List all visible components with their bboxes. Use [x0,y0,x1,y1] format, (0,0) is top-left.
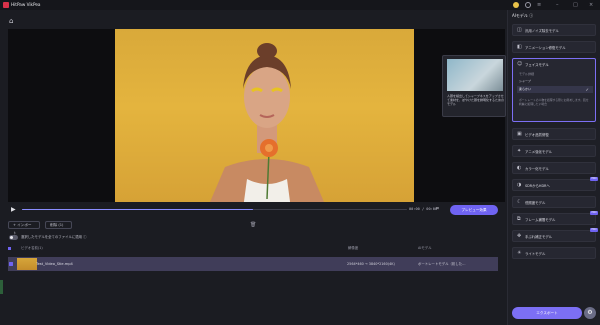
option-soft-label: 柔らかい [519,87,532,91]
header-resolution: 解像度 [348,246,359,250]
model-label: カラー化モデル [525,167,549,171]
header-ai-model: AIモデル [418,246,432,250]
help-icon[interactable] [525,2,531,8]
video-thumbnail [17,258,37,270]
model-card-frame-interp[interactable]: ⧉ フレーム補間モデル PRO [512,211,598,225]
popover-sample-image [447,59,503,91]
home-icon[interactable]: ⌂ [9,17,17,25]
model-card-light[interactable]: ☀ ライトモデル [512,247,596,259]
row-file-name: Test_Video_Stie.mp4 [36,262,73,266]
pro-badge: PRO [590,228,598,232]
select-all-checkbox[interactable] [8,247,11,250]
denoise-icon: ◫ [517,27,522,33]
trash-icon[interactable]: 🗑 [250,222,256,228]
pro-badge: PRO [590,177,598,181]
model-label: ビデオ品質修復 [525,133,549,137]
file-table-header: ビデオ名前(1) 解像度 AIモデル [8,245,498,252]
timeline-progress [22,209,253,211]
anime-icon: ✦ [517,148,522,154]
model-label: フレーム補間モデル [525,218,556,222]
list-toolbar: + インポート 削除 (1) 🗑 [0,219,505,235]
app-title: HitPaw VikPea [11,2,41,7]
video-preview [8,29,505,202]
import-button[interactable]: + インポート [8,221,40,235]
model-preview-popover: 人顔を検出してシャープネスをアップさせて素材を、ぼやけた顔を鮮明化するためのモデ… [442,55,506,117]
model-card-stabilize[interactable]: ✥ 手ぶれ補正モデル PRO [512,228,598,242]
stabilize-icon: ✥ [517,233,522,239]
model-card-animation[interactable]: ◧ アニメーション修復モデル [512,41,596,53]
export-button[interactable]: エクスポート [512,307,582,319]
low-light-icon: ☾ [517,199,522,205]
model-label: フェイスモデル [525,63,549,67]
video-frame [115,29,414,202]
model-label: 汎用ノイズ除去モデル [525,29,559,33]
light-icon: ☀ [517,250,522,256]
model-card-low-light[interactable]: ☾ 低照度モデル [512,196,596,208]
model-label: ライトモデル [525,252,546,256]
face-icon: ☺ [517,61,523,67]
model-label: アニメ強化モデル [525,150,553,154]
animation-icon: ◧ [517,44,522,50]
frame-interp-icon: ⧉ [517,216,521,222]
model-label: アニメーション修復モデル [525,46,566,50]
row-checkbox[interactable] [9,262,13,266]
pro-badge: PRO [590,211,598,215]
model-card-video-quality[interactable]: ▣ ビデオ品質修復 [512,128,596,140]
row-resolution: 2564*460 → 3840*2160(4K) [347,262,395,266]
model-card-colorize[interactable]: ◐ カラー化モデル [512,162,596,174]
model-card-denoise[interactable]: ◫ 汎用ノイズ除去モデル [512,24,596,36]
crop-icon[interactable]: ⌗ [436,206,439,212]
apply-all-toggle[interactable] [9,235,18,240]
close-icon[interactable]: × [589,2,593,8]
panel-title: AIモデル ⓘ [512,13,534,18]
minimize-icon[interactable]: – [556,2,559,8]
playback-controls: ▶ 00:00 / 00:00 ⌗ プレビュー効果 [8,204,505,216]
model-note: ポートレートの人物を処理する際にお薦めします。肌を綺麗に処理したい場合 [519,98,589,106]
colorize-icon: ◐ [517,165,522,171]
model-card-anime[interactable]: ✦ アニメ強化モデル [512,145,596,157]
maximize-icon[interactable]: □ [573,2,578,8]
table-row[interactable]: Test_Video_Stie.mp4 2564*460 → 3840*2160… [8,257,498,271]
settings-gear-icon[interactable]: ⚙ [584,307,596,319]
play-button[interactable]: ▶ [11,206,16,213]
timeline-slider[interactable] [22,209,407,211]
menu-icon[interactable]: ≡ [537,2,541,8]
account-icon[interactable] [513,2,519,8]
model-label: 手ぶれ補正モデル [525,235,553,239]
model-card-face[interactable]: ☺ フェイスモデル モデル詳細 シャープ 柔らかい ✓ ポートレートの人物を処理… [512,58,596,122]
popover-description: 人顔を検出してシャープネスをアップさせて素材を、ぼやけた顔を鮮明化するためのモデ… [447,94,505,106]
row-model[interactable]: ポートレートモデル（彩した… [418,257,465,271]
option-soft[interactable]: 柔らかい ✓ [517,86,593,93]
app-logo [3,2,9,8]
apply-all-label: 選択したモデルを全てのファイルに適用 ⓘ [21,235,87,239]
header-video-name: ビデオ名前(1) [21,246,43,250]
delete-button[interactable]: 削除 (1) [45,221,72,229]
timecode: 00:00 / 00:00 [409,207,438,211]
model-label: 低照度モデル [525,201,546,205]
model-detail-heading: モデル詳細 [519,72,535,76]
video-quality-icon: ▣ [517,131,522,137]
model-card-sdr-hdr[interactable]: ◑ SDRからHDRへ PRO [512,177,598,191]
check-icon: ✓ [585,87,589,92]
toggle-knob [10,236,13,239]
title-bar: HitPaw VikPea ≡ – □ × [0,0,600,10]
sdr-hdr-icon: ◑ [517,182,522,188]
portrait-image [210,43,324,202]
option-sharp[interactable]: シャープ [519,78,591,84]
side-indicator [0,280,3,294]
preview-effect-button[interactable]: プレビュー効果 [450,205,498,215]
ai-model-panel: AIモデル ⓘ ◫ 汎用ノイズ除去モデル ◧ アニメーション修復モデル ☺ フェ… [507,10,600,325]
model-label: SDRからHDRへ [525,184,550,188]
